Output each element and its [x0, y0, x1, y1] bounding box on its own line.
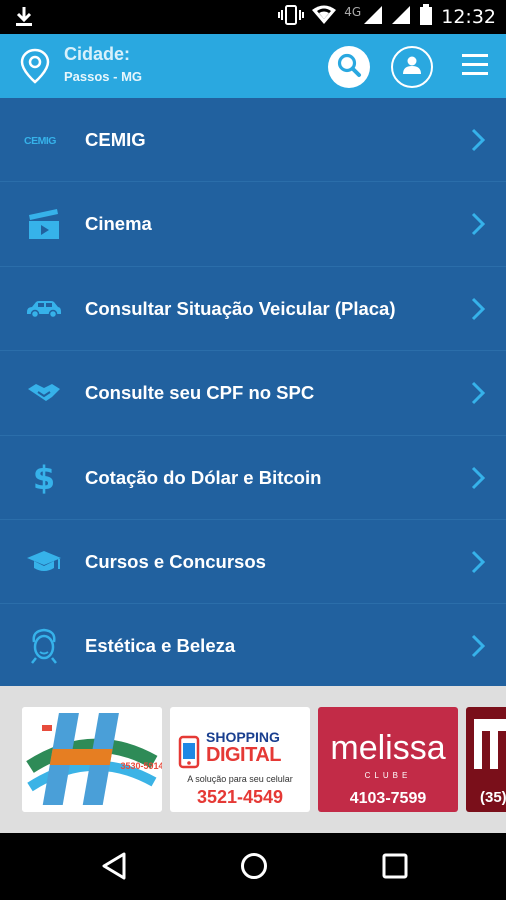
ad1-logo-image: 3530-5914: [22, 707, 162, 812]
chevron-right-icon: [470, 296, 486, 327]
chevron-right-icon: [470, 465, 486, 496]
list-item-vehicle[interactable]: Consultar Situação Veicular (Placa): [0, 267, 506, 352]
search-button[interactable]: [328, 46, 370, 88]
back-button[interactable]: [100, 851, 128, 886]
list-item-cinema[interactable]: Cinema: [0, 182, 506, 267]
list-item-label: CEMIG: [85, 129, 146, 150]
signal-icon-2: [391, 5, 411, 30]
graduation-cap-icon: [24, 520, 64, 604]
ad2-title-bottom: DIGITAL: [206, 744, 282, 766]
ad1-phone: 3530-5914: [120, 761, 162, 771]
chevron-right-icon: [470, 380, 486, 411]
list-item-cemig[interactable]: CEMIG CEMIG: [0, 98, 506, 183]
list-item-label: Consulte seu CPF no SPC: [85, 382, 315, 404]
home-button[interactable]: [239, 851, 269, 886]
category-list: CEMIG CEMIG Cinema Consultar Situação Ve…: [0, 98, 506, 686]
cemig-logo-text: CEMIG: [24, 135, 56, 147]
ad2-title-top: SHOPPING: [206, 729, 280, 745]
ad3-brand: melissa: [330, 729, 446, 767]
list-item-label: Cinema: [85, 213, 152, 235]
ad-banner-4[interactable]: (35): [466, 707, 506, 812]
search-icon: [336, 52, 362, 83]
ad-banner-1[interactable]: 3530-5914: [22, 707, 162, 812]
cemig-logo-icon: CEMIG: [24, 98, 64, 182]
list-item-label: Cursos e Concursos: [85, 550, 266, 572]
ad3-phone: 4103-7599: [349, 790, 427, 807]
signal-icon: [363, 5, 383, 30]
clapperboard-icon: [24, 182, 64, 266]
battery-icon: [419, 3, 433, 31]
list-item-label: Cotação do Dólar e Bitcoin: [85, 466, 322, 488]
list-item-currency[interactable]: $ Cotação do Dólar e Bitcoin: [0, 436, 506, 520]
list-item-spc[interactable]: Consulte seu CPF no SPC: [0, 351, 506, 436]
chevron-right-icon: [470, 127, 486, 158]
network-type: 4G: [344, 5, 362, 19]
ad4-phone: (35): [480, 789, 506, 806]
list-item-courses[interactable]: Cursos e Concursos: [0, 520, 506, 605]
wifi-icon: [312, 5, 337, 30]
download-icon: [14, 5, 34, 32]
list-item-label: Estética e Beleza: [85, 635, 236, 657]
recents-button[interactable]: [380, 851, 410, 886]
ad3-sub: CLUBE: [364, 771, 412, 780]
status-bar: 4G 12:32: [0, 0, 506, 34]
ad2-tagline: A solução para seu celular: [187, 774, 293, 784]
beauty-face-icon: [24, 604, 64, 686]
vibrate-icon: [278, 4, 305, 30]
user-icon: [401, 54, 423, 81]
phone-icon: [178, 735, 200, 774]
list-item-beauty[interactable]: Estética e Beleza: [0, 604, 506, 686]
city-value[interactable]: Passos - MG: [64, 69, 142, 84]
ads-carousel[interactable]: 3530-5914 SHOPPING DIGITAL A solução par…: [0, 686, 506, 833]
home-circle-icon: [241, 853, 267, 879]
android-nav-bar: [0, 833, 506, 900]
dollar-icon: $: [24, 436, 64, 520]
back-triangle-icon: [102, 852, 126, 880]
list-item-label: Consultar Situação Veicular (Placa): [85, 297, 396, 319]
handshake-icon: [24, 351, 64, 435]
car-icon: [24, 267, 64, 351]
hamburger-icon: [462, 54, 488, 75]
ad-banner-3[interactable]: melissa CLUBE 4103-7599: [318, 707, 458, 812]
location-pin-icon[interactable]: [20, 48, 50, 89]
chevron-right-icon: [470, 633, 486, 664]
ad2-phone: 3521-4549: [196, 787, 284, 807]
chevron-right-icon: [470, 549, 486, 580]
svg-text:$: $: [33, 459, 55, 497]
recents-square-icon: [382, 853, 408, 879]
status-time: 12:32: [441, 6, 496, 28]
city-label[interactable]: Cidade:: [64, 44, 130, 65]
app-header: Cidade: Passos - MG: [0, 34, 506, 98]
ad-banner-2[interactable]: SHOPPING DIGITAL A solução para seu celu…: [170, 707, 310, 812]
chevron-right-icon: [470, 211, 486, 242]
hamburger-menu-button[interactable]: [460, 52, 490, 78]
user-profile-button[interactable]: [391, 46, 433, 88]
